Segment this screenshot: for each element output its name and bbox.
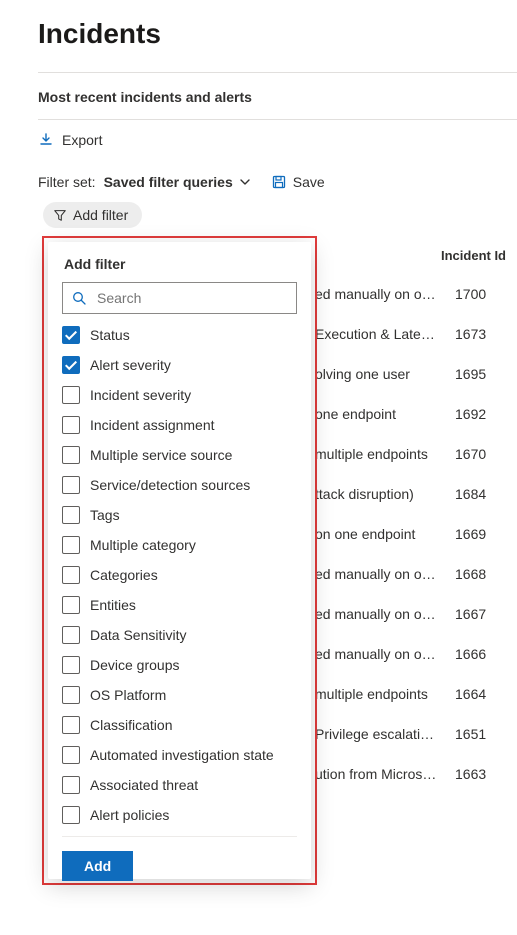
filter-option[interactable]: Classification — [62, 710, 297, 740]
incident-id-cell: 1651 — [455, 726, 486, 742]
incident-name-cell: ttack disruption) — [315, 486, 450, 502]
search-icon — [71, 290, 87, 306]
filter-option-label: Incident severity — [90, 387, 191, 403]
filter-option-label: Incident assignment — [90, 417, 215, 433]
save-icon — [271, 174, 287, 190]
filter-option-label: Alert severity — [90, 357, 171, 373]
filter-option[interactable]: Associated threat — [62, 770, 297, 800]
checkbox[interactable] — [62, 656, 80, 674]
checkbox[interactable] — [62, 686, 80, 704]
filter-option[interactable]: Data Sensitivity — [62, 620, 297, 650]
checkbox[interactable] — [62, 416, 80, 434]
filter-option[interactable]: Incident assignment — [62, 410, 297, 440]
incident-name-cell: ed manually on o… — [315, 566, 450, 582]
filter-option-label: Classification — [90, 717, 172, 733]
incident-name-cell: ed manually on o… — [315, 606, 450, 622]
filter-option[interactable]: Multiple service source — [62, 440, 297, 470]
incident-name-cell: Execution & Late… — [315, 326, 450, 342]
checkbox[interactable] — [62, 746, 80, 764]
filter-option[interactable]: Status — [62, 320, 297, 350]
filter-option[interactable]: Incident severity — [62, 380, 297, 410]
incident-name-cell: multiple endpoints — [315, 686, 450, 702]
checkbox[interactable] — [62, 596, 80, 614]
filter-option[interactable]: Multiple category — [62, 530, 297, 560]
filter-option-label: OS Platform — [90, 687, 166, 703]
filter-option[interactable]: Categories — [62, 560, 297, 590]
incident-id-cell: 1670 — [455, 446, 486, 462]
incident-name-cell: on one endpoint — [315, 526, 450, 542]
add-filter-label: Add filter — [73, 207, 128, 223]
incident-name-cell: multiple endpoints — [315, 446, 450, 462]
filter-option-label: Device groups — [90, 657, 180, 673]
incident-id-cell: 1669 — [455, 526, 486, 542]
checkbox[interactable] — [62, 386, 80, 404]
filter-option-label: Tags — [90, 507, 120, 523]
incident-id-cell: 1695 — [455, 366, 486, 382]
filter-option[interactable]: Tags — [62, 500, 297, 530]
incident-name-cell: ution from Micros… — [315, 766, 450, 782]
checkbox[interactable] — [62, 506, 80, 524]
checkbox[interactable] — [62, 356, 80, 374]
filter-option[interactable]: OS Platform — [62, 680, 297, 710]
export-button[interactable]: Export — [62, 132, 102, 148]
filter-option-label: Alert policies — [90, 807, 169, 823]
incident-id-cell: 1663 — [455, 766, 486, 782]
incident-name-cell: one endpoint — [315, 406, 450, 422]
subtitle: Most recent incidents and alerts — [38, 89, 517, 105]
filter-option-label: Automated investigation state — [90, 747, 274, 763]
incident-id-cell: 1684 — [455, 486, 486, 502]
checkbox[interactable] — [62, 326, 80, 344]
filter-option-label: Categories — [90, 567, 158, 583]
save-button[interactable]: Save — [271, 174, 325, 190]
incident-name-cell: ed manually on o… — [315, 286, 450, 302]
add-filter-chip[interactable]: Add filter — [43, 202, 142, 228]
checkbox[interactable] — [62, 716, 80, 734]
save-label: Save — [293, 174, 325, 190]
column-header-incident-id[interactable]: Incident Id — [441, 248, 506, 263]
filter-option-label: Status — [90, 327, 130, 343]
filter-icon — [53, 208, 67, 222]
filter-option[interactable]: Automated investigation state — [62, 740, 297, 770]
checkbox[interactable] — [62, 566, 80, 584]
filterset-dropdown[interactable]: Saved filter queries — [104, 174, 251, 190]
incident-id-cell: 1700 — [455, 286, 486, 302]
incident-name-cell: Privilege escalati… — [315, 726, 450, 742]
filter-search-box[interactable] — [62, 282, 297, 314]
incident-id-cell: 1666 — [455, 646, 486, 662]
filter-option[interactable]: Service/detection sources — [62, 470, 297, 500]
checkbox[interactable] — [62, 806, 80, 824]
filter-option-label: Associated threat — [90, 777, 198, 793]
filter-option-label: Multiple category — [90, 537, 196, 553]
incident-id-cell: 1673 — [455, 326, 486, 342]
filter-search-input[interactable] — [95, 289, 288, 307]
incident-id-cell: 1692 — [455, 406, 486, 422]
checkbox[interactable] — [62, 626, 80, 644]
incident-name-cell: ed manually on o… — [315, 646, 450, 662]
incident-id-cell: 1667 — [455, 606, 486, 622]
divider — [38, 119, 517, 120]
divider — [38, 72, 517, 73]
download-icon — [38, 132, 54, 148]
checkbox[interactable] — [62, 476, 80, 494]
checkbox[interactable] — [62, 446, 80, 464]
incident-id-cell: 1664 — [455, 686, 486, 702]
checkbox[interactable] — [62, 776, 80, 794]
filterset-label: Filter set: — [38, 174, 96, 190]
filter-option[interactable]: Device groups — [62, 650, 297, 680]
filter-option-label: Entities — [90, 597, 136, 613]
filter-option-label: Data Sensitivity — [90, 627, 186, 643]
page-title: Incidents — [38, 18, 517, 50]
filter-option-label: Multiple service source — [90, 447, 232, 463]
filter-option-label: Service/detection sources — [90, 477, 250, 493]
filter-option[interactable]: Entities — [62, 590, 297, 620]
add-button[interactable]: Add — [62, 851, 133, 881]
popover-title: Add filter — [64, 256, 295, 272]
add-filter-popover: Add filter Status Alert severity Incident … — [48, 242, 311, 879]
filter-option[interactable]: Alert policies — [62, 800, 297, 830]
checkbox[interactable] — [62, 536, 80, 554]
incident-name-cell: olving one user — [315, 366, 450, 382]
filter-option[interactable]: Alert severity — [62, 350, 297, 380]
incident-id-cell: 1668 — [455, 566, 486, 582]
chevron-down-icon — [239, 176, 251, 188]
